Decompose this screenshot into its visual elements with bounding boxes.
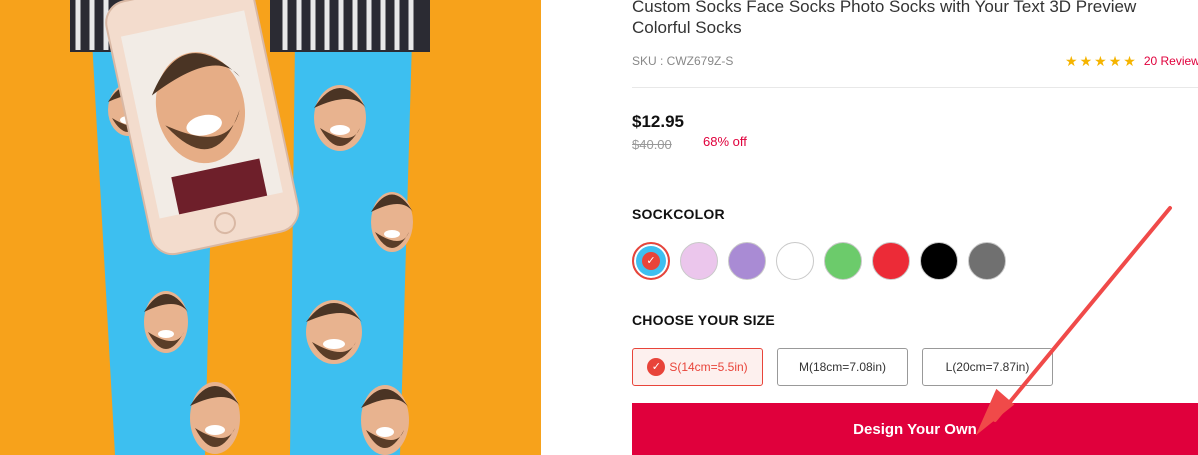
original-price: $40.00 bbox=[632, 137, 672, 152]
product-image bbox=[0, 0, 541, 455]
rating-stars: ★ ★ ★ ★ ★ bbox=[1065, 54, 1136, 68]
swatch-white[interactable] bbox=[776, 242, 814, 280]
swatch-lavender[interactable] bbox=[728, 242, 766, 280]
size-option-s[interactable]: ✓ S(14cm=5.5in) bbox=[632, 348, 763, 386]
star-icon: ★ bbox=[1123, 53, 1136, 69]
swatch-red[interactable] bbox=[872, 242, 910, 280]
rating[interactable]: ★ ★ ★ ★ ★ 20 Reviews bbox=[1065, 54, 1198, 68]
star-icon: ★ bbox=[1079, 53, 1093, 69]
product-info: Custom Socks Face Socks Photo Socks with… bbox=[632, 0, 1198, 455]
swatch-gray[interactable] bbox=[968, 242, 1006, 280]
product-sku: SKU : CWZ679Z-S bbox=[632, 54, 734, 68]
size-option-l[interactable]: L(20cm=7.87in) bbox=[922, 348, 1053, 386]
star-icon: ★ bbox=[1108, 53, 1122, 69]
size-option-label: L(20cm=7.87in) bbox=[945, 360, 1030, 374]
reviews-link[interactable]: 20 Reviews bbox=[1144, 54, 1198, 68]
size-option-m[interactable]: M(18cm=7.08in) bbox=[777, 348, 908, 386]
product-photo bbox=[0, 0, 541, 455]
design-your-own-button[interactable]: Design Your Own bbox=[632, 403, 1198, 455]
swatch-light-pink[interactable] bbox=[680, 242, 718, 280]
sock-color-label: SOCKCOLOR bbox=[632, 206, 725, 222]
color-swatches: ✓ bbox=[632, 242, 1006, 280]
size-option-label: S(14cm=5.5in) bbox=[669, 360, 748, 374]
current-price: $12.95 bbox=[632, 112, 684, 131]
product-title: Custom Socks Face Socks Photo Socks with… bbox=[632, 0, 1137, 37]
discount-badge: 68% off bbox=[703, 134, 747, 149]
size-option-label: M(18cm=7.08in) bbox=[798, 360, 887, 374]
star-icon: ★ bbox=[1065, 53, 1078, 69]
divider bbox=[632, 87, 1198, 88]
check-icon: ✓ bbox=[642, 252, 660, 270]
check-icon: ✓ bbox=[647, 358, 666, 376]
swatch-black[interactable] bbox=[920, 242, 958, 280]
size-options: ✓ S(14cm=5.5in) M(18cm=7.08in) L(20cm=7.… bbox=[632, 348, 1053, 386]
swatch-light-blue[interactable]: ✓ bbox=[632, 242, 670, 280]
star-icon: ★ bbox=[1094, 53, 1107, 69]
swatch-green[interactable] bbox=[824, 242, 862, 280]
size-label: CHOOSE YOUR SIZE bbox=[632, 312, 775, 328]
